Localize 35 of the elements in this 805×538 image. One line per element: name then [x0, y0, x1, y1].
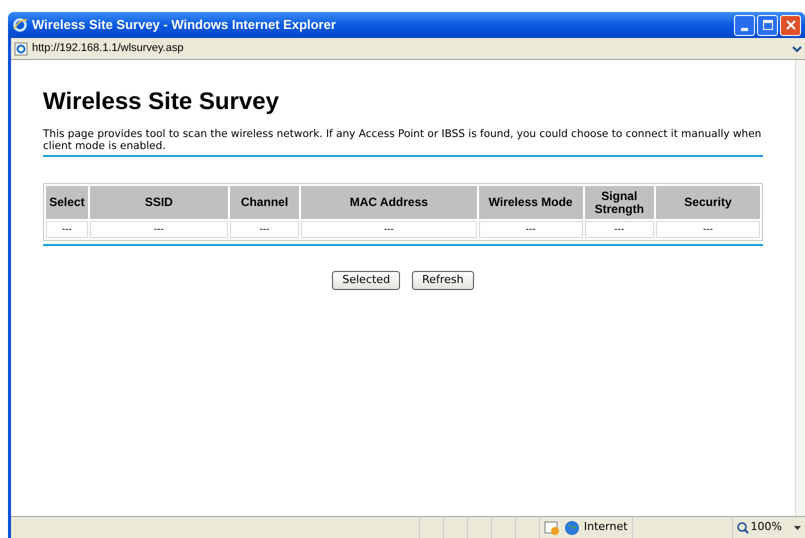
zoom-level[interactable]: 100% [750, 519, 782, 536]
column-header: SSID [90, 186, 228, 219]
zoom-icon [736, 522, 749, 534]
maximize-button[interactable] [757, 14, 778, 36]
refresh-button[interactable]: Refresh [412, 271, 474, 290]
column-header: Security [656, 186, 760, 219]
description-text: This page provides tool to scan the wireless network. If any Access Point or IBSS is found, you could choose to connect it manually when client mode is enabled. [43, 128, 762, 152]
browser-icon [12, 17, 28, 33]
column-header: Wireless Mode [478, 186, 583, 219]
close-button[interactable] [780, 14, 801, 36]
table-cell: --- [656, 221, 760, 238]
page-icon [14, 42, 28, 56]
table-cell: --- [478, 221, 583, 238]
minimize-button[interactable] [734, 14, 755, 36]
zone-text: Internet [584, 519, 628, 536]
window-title: Wireless Site Survey - Windows Internet Explorer [32, 16, 336, 34]
column-header: Signal Strength [584, 186, 654, 219]
select-button[interactable]: Selected [332, 271, 400, 290]
table-cell: --- [301, 221, 477, 238]
caret-icon[interactable] [794, 526, 801, 530]
address-text: http://192.168.1.1/wlsurvey.asp [32, 41, 184, 56]
table-cell: --- [46, 221, 88, 238]
address-bar[interactable]: http://192.168.1.1/wlsurvey.asp [11, 38, 805, 60]
table-cell: --- [584, 221, 654, 238]
column-header: Select [46, 186, 88, 219]
maximize-icon [762, 20, 772, 30]
column-header: MAC Address [301, 186, 477, 219]
table-cell: --- [90, 221, 228, 238]
scrollbar[interactable] [795, 60, 805, 516]
table-cell: --- [230, 221, 300, 238]
minimize-icon [741, 28, 748, 30]
page-heading: Wireless Site Survey [43, 87, 280, 117]
globe-icon [564, 520, 580, 536]
column-header: Channel [230, 186, 300, 219]
close-icon [786, 20, 796, 30]
